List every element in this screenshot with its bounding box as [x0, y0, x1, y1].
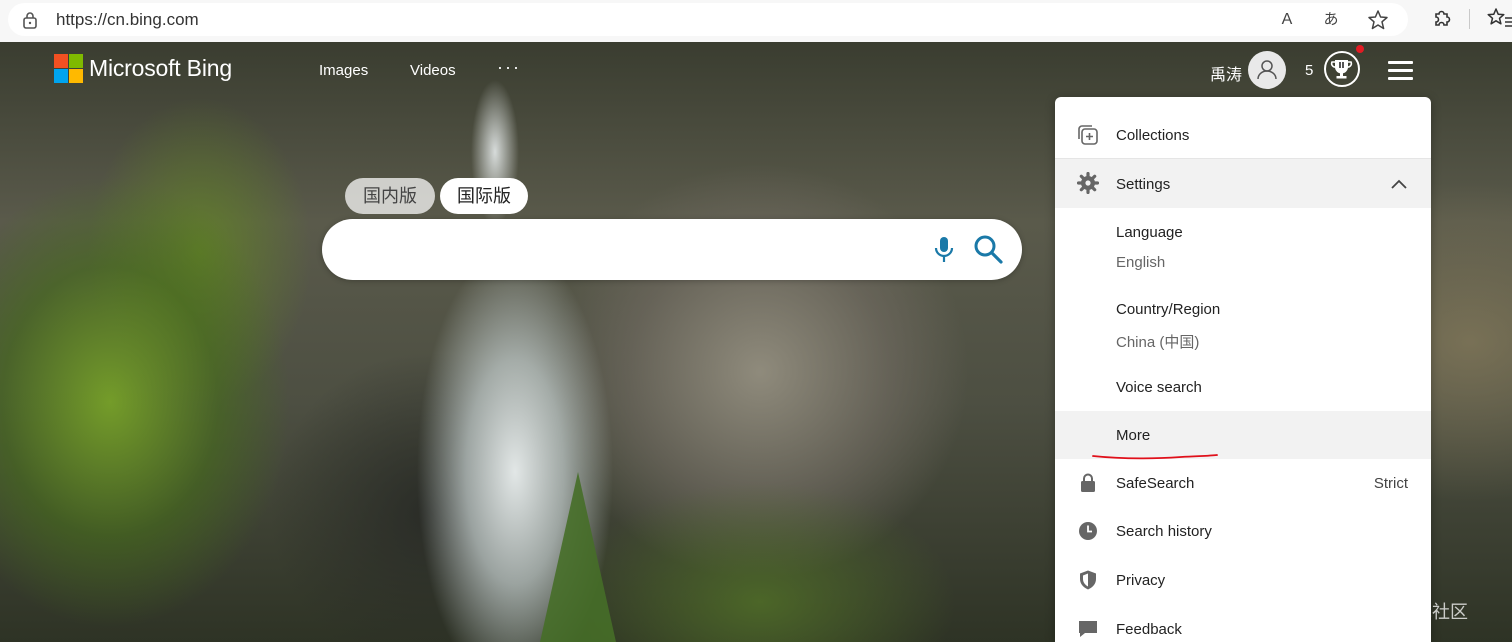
browser-toolbar: https://cn.bing.com A あ: [0, 0, 1512, 42]
privacy-label: Privacy: [1116, 572, 1166, 589]
gear-icon: [1077, 172, 1099, 194]
safesearch-label: SafeSearch: [1116, 475, 1195, 492]
notification-dot: [1356, 45, 1364, 53]
nav-videos[interactable]: Videos: [410, 62, 456, 79]
toolbar-separator: [1469, 9, 1470, 29]
feedback-label: Feedback: [1116, 621, 1182, 638]
avatar[interactable]: [1248, 51, 1286, 89]
tab-china[interactable]: 国内版: [345, 178, 435, 214]
menu-item-collections[interactable]: Collections: [1055, 97, 1431, 159]
menu-item-country-region[interactable]: Country/Region China (中国): [1055, 285, 1431, 363]
background-tree: [540, 472, 616, 642]
user-name[interactable]: 禹涛: [1210, 61, 1242, 85]
search-icon[interactable]: [972, 233, 1004, 265]
tab-international[interactable]: 国际版: [440, 178, 528, 214]
menu-item-language[interactable]: Language English: [1055, 208, 1431, 285]
menu-item-settings[interactable]: Settings: [1055, 159, 1431, 208]
trophy-icon: [1330, 60, 1353, 79]
safesearch-value: Strict: [1373, 475, 1408, 492]
read-aloud-glyph: A: [1281, 11, 1293, 28]
region-label: Country/Region: [1116, 301, 1221, 318]
menu-item-safesearch[interactable]: SafeSearch Strict: [1055, 459, 1431, 507]
lock-icon[interactable]: [22, 11, 38, 29]
lock-icon: [1081, 473, 1095, 492]
menu-item-privacy[interactable]: Privacy: [1055, 555, 1431, 604]
settings-label: Settings: [1116, 176, 1171, 193]
search-box: [322, 219, 1022, 280]
extensions-icon[interactable]: [1430, 6, 1454, 30]
region-value: China (中国): [1116, 334, 1200, 351]
watermark: @稀土掘金技术社区: [1306, 602, 1468, 623]
menu-item-search-history[interactable]: Search history: [1055, 507, 1431, 555]
language-label: Language: [1116, 224, 1183, 241]
shield-icon: [1080, 570, 1096, 590]
collections-icon: [1078, 125, 1098, 145]
microsoft-logo-icon[interactable]: [54, 54, 83, 83]
menu-hamburger-icon[interactable]: [1388, 61, 1413, 81]
rewards-points[interactable]: 5: [1305, 62, 1313, 79]
search-input[interactable]: [346, 233, 926, 265]
clock-icon: [1079, 522, 1097, 540]
settings-dropdown-menu: Collections Settings Language English Co…: [1055, 97, 1431, 642]
favorites-icon[interactable]: [1486, 6, 1512, 30]
language-value: English: [1116, 254, 1166, 271]
nav-images[interactable]: Images: [319, 62, 368, 79]
annotation-underline: [1092, 454, 1218, 460]
rewards-trophy-icon[interactable]: [1324, 51, 1360, 87]
translate-glyph: あ: [1323, 11, 1339, 28]
translate-icon[interactable]: あ: [1320, 9, 1342, 31]
collections-label: Collections: [1116, 127, 1190, 144]
url-text[interactable]: https://cn.bing.com: [56, 10, 199, 30]
brand-name[interactable]: Microsoft Bing: [89, 55, 232, 82]
read-aloud-icon[interactable]: A: [1276, 9, 1298, 31]
more-label: More: [1116, 427, 1151, 444]
more-nav-icon[interactable]: ···: [497, 57, 521, 78]
voice-search-label: Voice search: [1116, 379, 1202, 396]
user-icon: [1257, 60, 1277, 80]
menu-item-voice-search[interactable]: Voice search: [1055, 363, 1431, 411]
chevron-up-icon[interactable]: [1390, 178, 1408, 190]
favorite-star-icon[interactable]: [1367, 9, 1389, 31]
feedback-icon: [1079, 621, 1097, 637]
microphone-icon[interactable]: [928, 234, 960, 266]
address-bar[interactable]: https://cn.bing.com A あ: [8, 3, 1408, 36]
search-history-label: Search history: [1116, 523, 1212, 540]
